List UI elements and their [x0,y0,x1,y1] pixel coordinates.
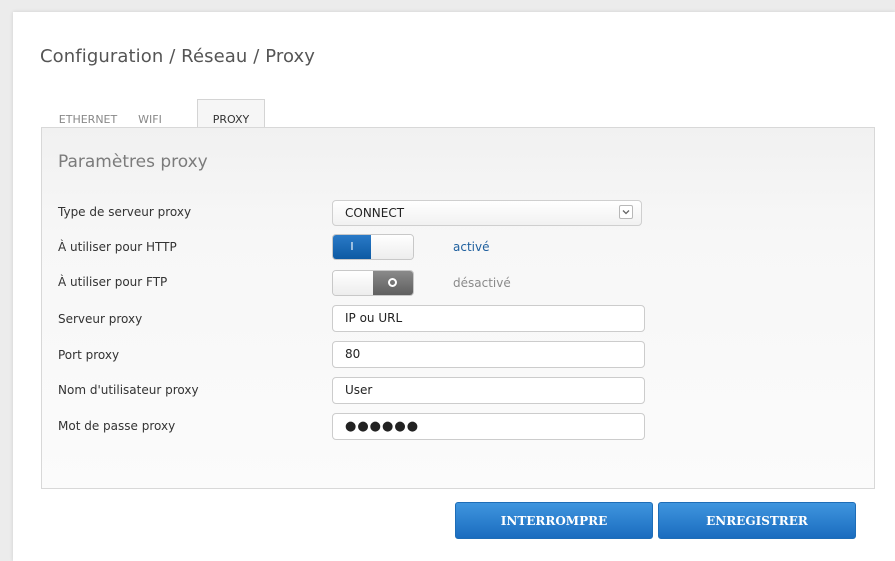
proxy-type-value: CONNECT [345,206,405,220]
use-http-status: activé [453,240,490,254]
toggle-knob [371,235,413,259]
proxy-type-select[interactable]: CONNECT [332,200,642,226]
proxy-server-input[interactable]: IP ou URL [332,305,645,332]
proxy-server-label: Serveur proxy [58,312,143,326]
proxy-type-label: Type de serveur proxy [58,205,192,219]
toggle-knob [333,271,373,295]
proxy-settings-panel: Paramètres proxy Type de serveur proxy C… [41,127,875,489]
proxy-user-input[interactable]: User [332,377,645,404]
proxy-password-input[interactable]: ●●●●●● [332,413,645,440]
use-ftp-status: désactivé [453,276,511,290]
chevron-down-icon [619,205,633,219]
toggle-on-indicator: I [333,235,371,259]
panel-title: Paramètres proxy [58,152,208,172]
cancel-button[interactable]: INTERROMPRE [455,502,653,539]
use-http-label: À utiliser pour HTTP [58,240,177,254]
breadcrumb: Configuration / Réseau / Proxy [40,46,316,67]
toggle-off-indicator [373,271,413,295]
proxy-port-label: Port proxy [58,348,120,362]
proxy-port-input[interactable]: 80 [332,341,645,368]
settings-card: Configuration / Réseau / Proxy ETHERNET … [13,12,895,561]
use-ftp-label: À utiliser pour FTP [58,275,168,289]
proxy-user-label: Nom d'utilisateur proxy [58,383,199,397]
toggle-off-icon [388,278,397,287]
use-http-toggle[interactable]: I [332,234,414,260]
proxy-password-label: Mot de passe proxy [58,419,176,433]
use-ftp-toggle[interactable] [332,270,414,296]
save-button[interactable]: ENREGISTRER [658,502,856,539]
